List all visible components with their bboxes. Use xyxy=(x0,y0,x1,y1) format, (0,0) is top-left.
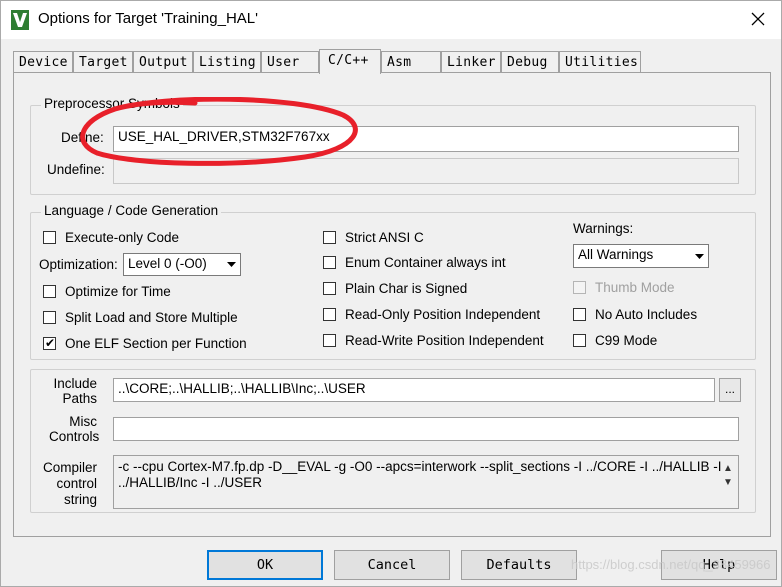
undefine-label: Undefine: xyxy=(47,162,105,177)
define-input[interactable]: USE_HAL_DRIVER,STM32F767xx xyxy=(113,126,739,152)
tab-debug[interactable]: Debug xyxy=(501,51,559,73)
rw-position-checkbox[interactable] xyxy=(323,334,336,347)
execute-only-checkbox[interactable] xyxy=(43,231,56,244)
undefine-input[interactable] xyxy=(113,158,739,184)
optimization-label: Optimization: xyxy=(39,257,118,272)
paths-group: Include Paths ..\CORE;..\HALLIB;..\HALLI… xyxy=(30,369,756,513)
optimize-time-checkbox[interactable] xyxy=(43,285,56,298)
window-title: Options for Target 'Training_HAL' xyxy=(38,10,259,27)
tab-output[interactable]: Output xyxy=(133,51,193,73)
compiler-control-label: Compiler control string xyxy=(42,460,97,507)
tab-listing[interactable]: Listing xyxy=(193,51,261,73)
c-cpp-panel: Preprocessor Symbols Define: USE_HAL_DRI… xyxy=(13,72,771,537)
split-load-store-checkbox[interactable] xyxy=(43,311,56,324)
c99-mode-checkbox[interactable] xyxy=(573,334,586,347)
rw-position-label: Read-Write Position Independent xyxy=(345,333,544,348)
tab-user[interactable]: User xyxy=(261,51,319,73)
one-elf-checkbox[interactable]: ✔ xyxy=(43,336,56,350)
strict-ansi-checkbox[interactable] xyxy=(323,231,336,244)
no-auto-includes-option[interactable]: No Auto Includes xyxy=(573,307,697,322)
one-elf-option[interactable]: ✔ One ELF Section per Function xyxy=(43,336,247,351)
close-icon xyxy=(751,12,765,29)
thumb-mode-label: Thumb Mode xyxy=(595,280,675,295)
tab-utilities[interactable]: Utilities xyxy=(559,51,641,73)
one-elf-label: One ELF Section per Function xyxy=(65,336,247,351)
codegen-group: Language / Code Generation Execute-only … xyxy=(30,203,756,360)
check-icon: ✔ xyxy=(45,336,56,350)
no-auto-includes-label: No Auto Includes xyxy=(595,307,698,322)
include-paths-browse-button[interactable]: ... xyxy=(719,378,741,402)
misc-controls-label: Misc Controls xyxy=(49,414,100,444)
cancel-button[interactable]: Cancel xyxy=(334,550,450,580)
define-label: Define: xyxy=(61,130,104,145)
plain-char-option[interactable]: Plain Char is Signed xyxy=(323,281,467,296)
defaults-button[interactable]: Defaults xyxy=(461,550,577,580)
compiler-control-string[interactable]: -c --cpu Cortex-M7.fp.dp -D__EVAL -g -O0… xyxy=(113,455,739,509)
optimization-value: Level 0 (-O0) xyxy=(128,256,207,271)
thumb-mode-option[interactable]: Thumb Mode xyxy=(573,280,675,295)
enum-container-option[interactable]: Enum Container always int xyxy=(323,255,506,270)
keil-uvision-icon xyxy=(11,10,29,30)
scroll-up-icon[interactable]: ▲ xyxy=(723,463,733,474)
c99-mode-label: C99 Mode xyxy=(595,333,658,348)
warnings-select[interactable]: All Warnings xyxy=(573,244,709,268)
plain-char-checkbox[interactable] xyxy=(323,282,336,295)
enum-container-checkbox[interactable] xyxy=(323,256,336,269)
tab-c-cpp[interactable]: C/C++ xyxy=(319,49,381,74)
optimize-time-label: Optimize for Time xyxy=(65,284,171,299)
tab-asm[interactable]: Asm xyxy=(381,51,441,73)
tab-linker[interactable]: Linker xyxy=(441,51,501,73)
codegen-group-label: Language / Code Generation xyxy=(41,203,222,218)
close-button[interactable] xyxy=(735,1,781,39)
misc-controls-input[interactable] xyxy=(113,417,739,441)
dropdown-arrow-icon xyxy=(691,245,708,267)
tab-target[interactable]: Target xyxy=(73,51,133,73)
ro-position-option[interactable]: Read-Only Position Independent xyxy=(323,307,540,322)
ro-position-checkbox[interactable] xyxy=(323,308,336,321)
rw-position-option[interactable]: Read-Write Position Independent xyxy=(323,333,544,348)
options-dialog: Options for Target 'Training_HAL' Device… xyxy=(0,0,782,587)
compiler-control-line-2: ../HALLIB/Inc -I ../USER xyxy=(118,475,263,490)
optimize-time-option[interactable]: Optimize for Time xyxy=(43,284,171,299)
split-load-store-option[interactable]: Split Load and Store Multiple xyxy=(43,310,238,325)
execute-only-option[interactable]: Execute-only Code xyxy=(43,230,179,245)
ro-position-label: Read-Only Position Independent xyxy=(345,307,541,322)
watermark: https://blog.csdn.net/qq_38459966 xyxy=(571,557,771,572)
enum-container-label: Enum Container always int xyxy=(345,255,506,270)
plain-char-label: Plain Char is Signed xyxy=(345,281,468,296)
tab-strip: Device Target Output Listing User C/C++ … xyxy=(13,49,773,74)
no-auto-includes-checkbox[interactable] xyxy=(573,308,586,321)
c99-mode-option[interactable]: C99 Mode xyxy=(573,333,657,348)
tab-device[interactable]: Device xyxy=(13,51,73,73)
scrollbar[interactable]: ▲ ▼ xyxy=(722,462,734,502)
thumb-mode-checkbox[interactable] xyxy=(573,281,586,294)
scroll-down-icon[interactable]: ▼ xyxy=(723,477,733,488)
compiler-control-line-1: -c --cpu Cortex-M7.fp.dp -D__EVAL -g -O0… xyxy=(118,459,722,474)
preprocessor-group-label: Preprocessor Symbols xyxy=(41,96,183,111)
split-load-store-label: Split Load and Store Multiple xyxy=(65,310,238,325)
strict-ansi-label: Strict ANSI C xyxy=(345,230,424,245)
include-paths-input[interactable]: ..\CORE;..\HALLIB;..\HALLIB\Inc;..\USER xyxy=(113,378,715,402)
execute-only-label: Execute-only Code xyxy=(65,230,180,245)
warnings-label: Warnings: xyxy=(573,221,634,236)
strict-ansi-option[interactable]: Strict ANSI C xyxy=(323,230,424,245)
warnings-value: All Warnings xyxy=(578,247,654,262)
include-paths-label: Include Paths xyxy=(53,376,97,406)
title-bar: Options for Target 'Training_HAL' xyxy=(1,1,781,39)
preprocessor-group: Preprocessor Symbols Define: USE_HAL_DRI… xyxy=(30,96,756,195)
optimization-select[interactable]: Level 0 (-O0) xyxy=(123,253,241,276)
dropdown-arrow-icon xyxy=(223,254,240,275)
ok-button[interactable]: OK xyxy=(207,550,323,580)
